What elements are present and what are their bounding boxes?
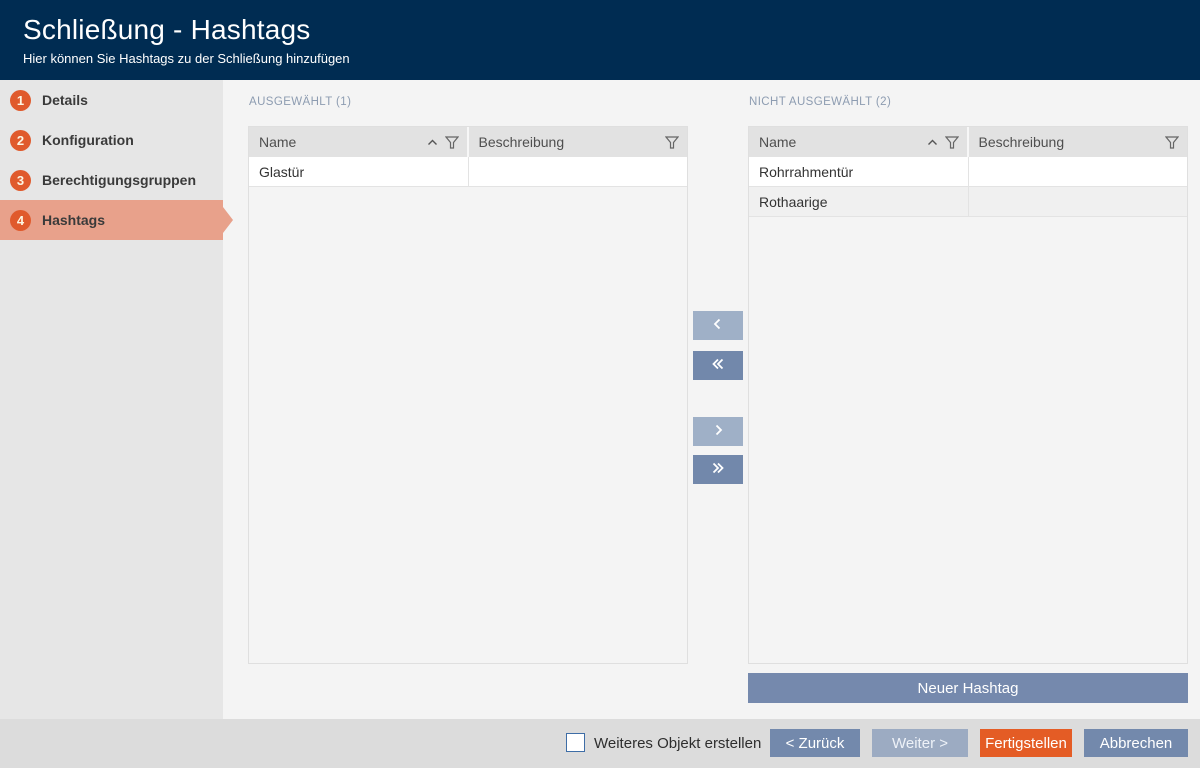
back-button[interactable]: < Zurück bbox=[770, 729, 860, 757]
finish-button[interactable]: Fertigstellen bbox=[980, 729, 1072, 757]
cell-beschreibung bbox=[969, 157, 1188, 186]
chevron-left-icon bbox=[712, 318, 724, 333]
table-row[interactable]: Glastür bbox=[249, 157, 687, 187]
wizard-header: Schließung - Hashtags Hier können Sie Ha… bbox=[0, 0, 1200, 80]
sidebar-item-label: Hashtags bbox=[42, 212, 106, 228]
page-subtitle: Hier können Sie Hashtags zu der Schließu… bbox=[23, 51, 350, 66]
sidebar-item-berechtigungsgruppen[interactable]: 3 Berechtigungsgruppen bbox=[0, 160, 223, 200]
table-row[interactable]: Rothaarige bbox=[749, 187, 1187, 217]
sidebar-item-details[interactable]: 1 Details bbox=[0, 80, 223, 120]
column-header-label: Beschreibung bbox=[478, 134, 565, 150]
wizard-steps-sidebar: 1 Details 2 Konfiguration 3 Berechtigung… bbox=[0, 80, 233, 719]
sort-ascending-icon bbox=[927, 139, 938, 146]
cell-beschreibung bbox=[969, 187, 1188, 216]
step-number-badge: 1 bbox=[10, 89, 31, 111]
cell-beschreibung bbox=[469, 157, 688, 186]
column-header-name[interactable]: Name bbox=[249, 127, 469, 157]
new-hashtag-button[interactable]: Neuer Hashtag bbox=[748, 673, 1188, 703]
column-header-label: Name bbox=[259, 134, 297, 150]
table-header-row: Name Beschreibung bbox=[249, 127, 687, 157]
table-header-row: Name Beschreibung bbox=[749, 127, 1187, 157]
sidebar-item-label: Berechtigungsgruppen bbox=[42, 172, 197, 188]
step-number-badge: 3 bbox=[10, 169, 31, 191]
create-another-label: Weiteres Objekt erstellen bbox=[594, 735, 762, 752]
chevron-right-icon bbox=[712, 424, 724, 439]
cell-name: Rohrrahmentür bbox=[749, 157, 969, 186]
sidebar-item-label: Details bbox=[42, 92, 88, 108]
move-all-left-button[interactable] bbox=[693, 351, 743, 380]
active-step-arrow bbox=[223, 207, 233, 233]
move-selected-right-button[interactable] bbox=[693, 417, 743, 446]
filter-icon[interactable] bbox=[444, 135, 459, 149]
step-number-badge: 4 bbox=[10, 209, 31, 231]
filter-icon[interactable] bbox=[665, 135, 679, 149]
double-chevron-left-icon bbox=[710, 358, 726, 373]
cancel-button[interactable]: Abbrechen bbox=[1084, 729, 1188, 757]
page-title: Schließung - Hashtags bbox=[23, 14, 311, 45]
sidebar-item-konfiguration[interactable]: 2 Konfiguration bbox=[0, 120, 223, 160]
cell-name: Rothaarige bbox=[749, 187, 969, 216]
sort-ascending-icon bbox=[427, 139, 438, 146]
next-button[interactable]: Weiter > bbox=[872, 729, 968, 757]
unselected-panel-label: NICHT AUSGEWÄHLT (2) bbox=[749, 96, 892, 108]
unselected-hashtags-table: Name Beschreibung Rohrrahmentür Rothaari… bbox=[748, 126, 1188, 664]
create-another-checkbox[interactable] bbox=[566, 733, 585, 752]
column-header-label: Name bbox=[759, 134, 797, 150]
selected-hashtags-table: Name Beschreibung Glastür bbox=[248, 126, 688, 664]
double-chevron-right-icon bbox=[710, 462, 726, 477]
move-selected-left-button[interactable] bbox=[693, 311, 743, 340]
column-header-label: Beschreibung bbox=[978, 134, 1065, 150]
filter-icon[interactable] bbox=[944, 135, 959, 149]
table-row[interactable]: Rohrrahmentür bbox=[749, 157, 1187, 187]
column-header-name[interactable]: Name bbox=[749, 127, 969, 157]
selected-panel-label: AUSGEWÄHLT (1) bbox=[249, 96, 352, 108]
step-number-badge: 2 bbox=[10, 129, 31, 151]
column-header-beschreibung[interactable]: Beschreibung bbox=[968, 127, 1187, 157]
cell-name: Glastür bbox=[249, 157, 469, 186]
move-all-right-button[interactable] bbox=[693, 455, 743, 484]
sidebar-item-hashtags[interactable]: 4 Hashtags bbox=[0, 200, 233, 240]
column-header-beschreibung[interactable]: Beschreibung bbox=[468, 127, 687, 157]
sidebar-item-label: Konfiguration bbox=[42, 132, 134, 148]
filter-icon[interactable] bbox=[1165, 135, 1179, 149]
